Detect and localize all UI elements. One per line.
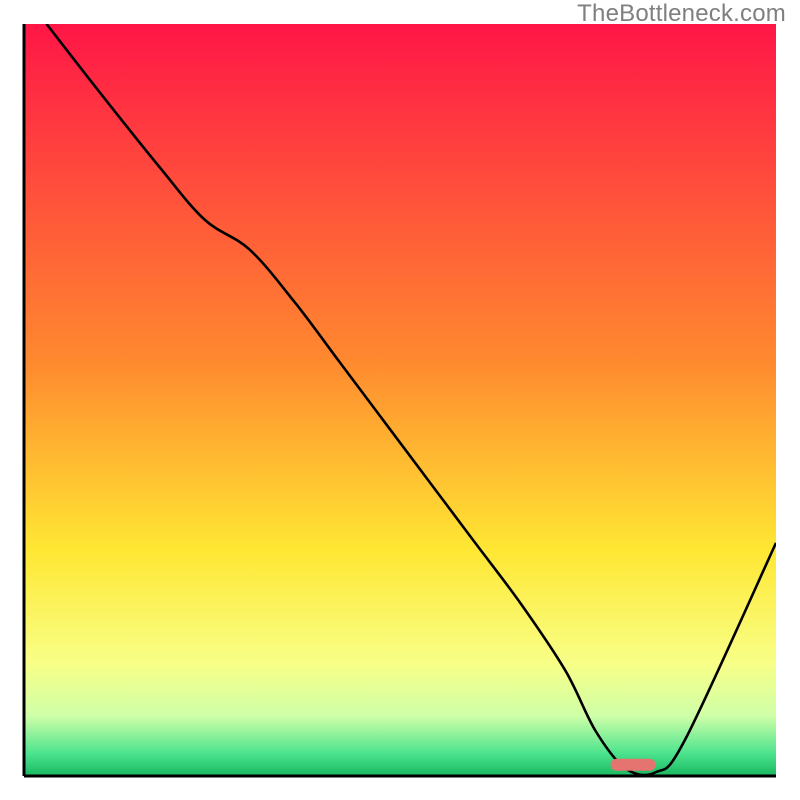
optimal-marker [611, 759, 656, 771]
chart-container: TheBottleneck.com [0, 0, 800, 800]
gradient-background [24, 24, 776, 776]
bottleneck-chart [0, 0, 800, 800]
